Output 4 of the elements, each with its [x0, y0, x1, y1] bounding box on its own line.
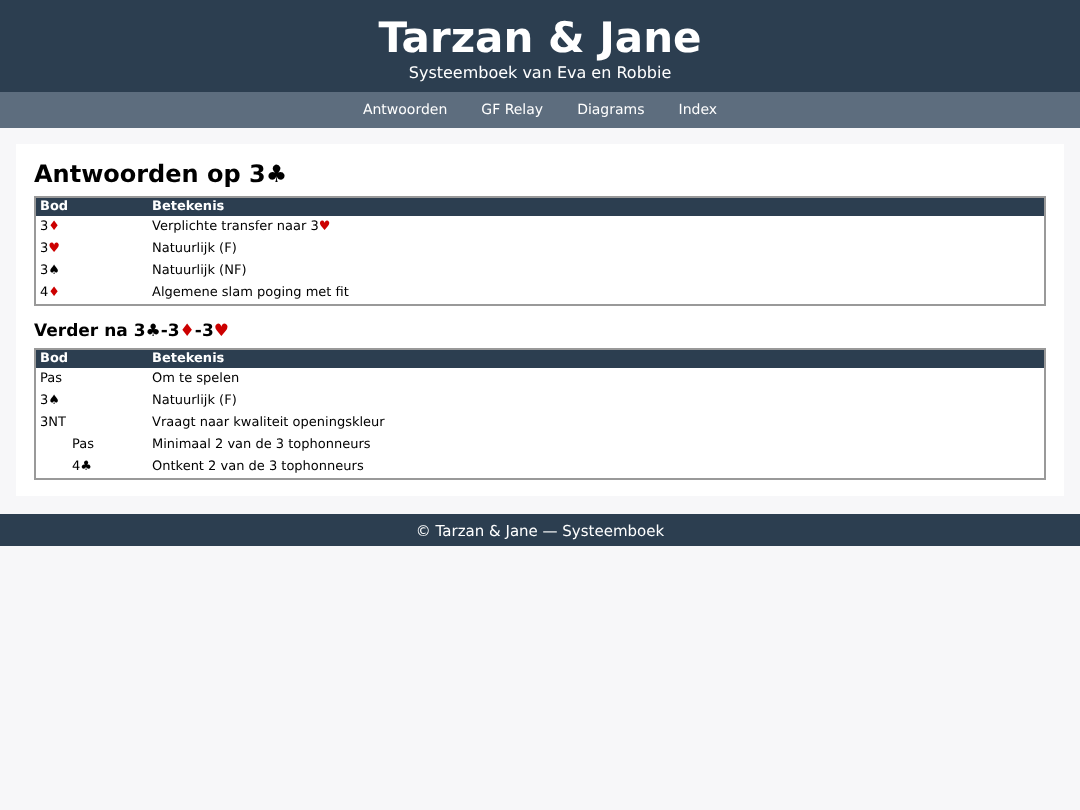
- section-heading: Antwoorden op 3♣: [34, 160, 288, 190]
- site-title: Tarzan & Jane: [378, 14, 702, 64]
- site-subtitle: Systeemboek van Eva en Robbie: [408, 64, 672, 84]
- section-heading: Verder na 3♣-3♦-3♥: [34, 322, 229, 344]
